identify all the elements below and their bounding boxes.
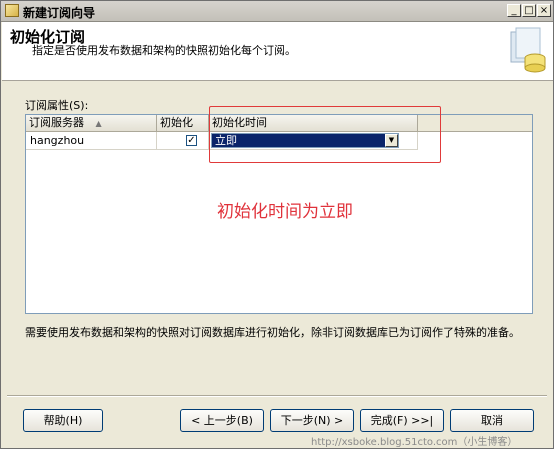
- wizard-window: 新建订阅向导 _ □ × 初始化订阅 指定是否使用发布数据和架构的快照初始化每个…: [0, 0, 554, 449]
- subscriber-cell: hangzhou: [26, 132, 157, 150]
- back-button[interactable]: < 上一步(B): [180, 409, 264, 432]
- column-header-initialize[interactable]: 初始化: [157, 115, 209, 131]
- help-button[interactable]: 帮助(H): [23, 409, 103, 432]
- wizard-header: 初始化订阅 指定是否使用发布数据和架构的快照初始化每个订阅。: [2, 22, 553, 81]
- initialize-cell: ✓: [157, 132, 209, 150]
- subscription-properties-label: 订阅属性(S):: [25, 99, 89, 112]
- database-subscription-icon: [510, 27, 546, 73]
- highlight-box: [209, 106, 441, 163]
- window-title: 新建订阅向导: [23, 6, 96, 20]
- initialization-note: 需要使用发布数据和架构的快照对订阅数据库进行初始化，除非订阅数据库已为订阅作了特…: [25, 326, 520, 339]
- sort-ascending-icon: ▲: [95, 119, 102, 128]
- next-button[interactable]: 下一步(N) >: [270, 409, 354, 432]
- column-header-subscriber[interactable]: 订阅服务器 ▲: [26, 115, 157, 131]
- finish-button[interactable]: 完成(F) >>|: [360, 409, 444, 432]
- watermark-text: http://xsboke.blog.51cto.com（小生博客）: [311, 437, 518, 448]
- wizard-app-icon: [5, 4, 19, 17]
- column-header-subscriber-label: 订阅服务器: [29, 116, 84, 129]
- initialize-checkbox[interactable]: ✓: [186, 135, 197, 146]
- cancel-button[interactable]: 取消: [450, 409, 534, 432]
- maximize-icon[interactable]: □: [522, 4, 536, 17]
- minimize-icon[interactable]: _: [507, 4, 521, 17]
- button-divider: [7, 395, 547, 397]
- page-subtitle: 指定是否使用发布数据和架构的快照初始化每个订阅。: [32, 44, 296, 57]
- close-icon[interactable]: ×: [537, 4, 551, 17]
- annotation-text: 初始化时间为立即: [217, 202, 353, 222]
- title-bar[interactable]: 新建订阅向导 _ □ ×: [1, 1, 553, 22]
